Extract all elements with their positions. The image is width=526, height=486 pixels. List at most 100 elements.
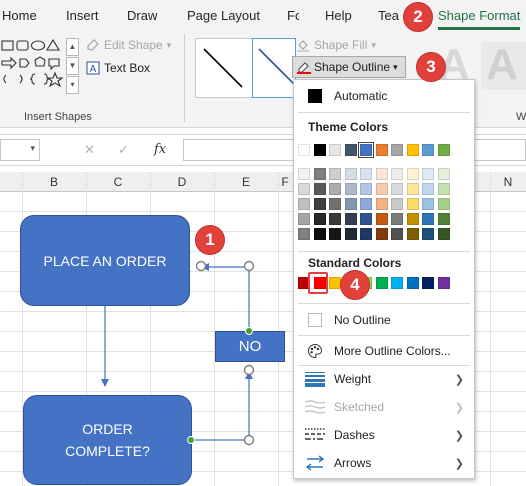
theme-shade-swatch[interactable]	[391, 228, 403, 240]
menu-item-more-outline-colors[interactable]: More Outline Colors...	[294, 339, 474, 363]
theme-shade-swatch[interactable]	[298, 183, 310, 195]
menu-item-no-outline[interactable]: No Outline	[294, 308, 474, 332]
theme-shade-swatch[interactable]	[360, 198, 372, 210]
theme-shade-swatch[interactable]	[329, 168, 341, 180]
theme-shade-swatch[interactable]	[422, 198, 434, 210]
tab-team[interactable]: Tea	[378, 8, 399, 23]
theme-shade-swatch[interactable]	[298, 228, 310, 240]
theme-shade-swatch[interactable]	[422, 183, 434, 195]
text-box-button[interactable]: A Text Box	[86, 61, 150, 75]
shape-outline-button[interactable]: Shape Outline ▾	[292, 56, 406, 78]
theme-color-swatch[interactable]	[406, 144, 419, 156]
standard-color-swatch[interactable]	[437, 277, 450, 289]
column-header-f[interactable]: F	[278, 175, 292, 189]
menu-item-dashes[interactable]: Dashes ❯	[294, 423, 474, 447]
theme-color-swatch[interactable]	[298, 144, 310, 156]
theme-shade-swatch[interactable]	[313, 168, 326, 180]
menu-item-arrows[interactable]: Arrows ❯	[294, 451, 474, 475]
theme-shade-swatch[interactable]	[298, 198, 310, 210]
menu-item-sketched[interactable]: Sketched ❯	[294, 395, 474, 419]
theme-shade-swatch[interactable]	[344, 228, 357, 240]
column-header-d[interactable]: D	[150, 175, 214, 189]
theme-color-swatch[interactable]	[329, 144, 341, 156]
tab-help[interactable]: Help	[325, 8, 352, 23]
theme-color-swatch[interactable]	[313, 144, 326, 156]
theme-color-swatch[interactable]	[437, 144, 450, 156]
column-header-b[interactable]: B	[22, 175, 86, 189]
shape-style-thumbnail-selected[interactable]	[252, 38, 296, 98]
flow-shape-place-order[interactable]: PLACE AN ORDER	[20, 215, 190, 306]
theme-shade-swatch[interactable]	[422, 228, 434, 240]
column-header-c[interactable]: C	[86, 175, 150, 189]
theme-color-swatch[interactable]	[375, 144, 388, 156]
shape-fill-button[interactable]: Shape Fill ▾	[296, 38, 376, 52]
theme-color-swatch[interactable]	[391, 144, 403, 156]
theme-shade-swatch[interactable]	[344, 213, 357, 225]
tab-page-layout[interactable]: Page Layout	[187, 8, 260, 23]
column-header-e[interactable]: E	[214, 175, 278, 189]
tab-draw[interactable]: Draw	[127, 8, 157, 23]
gallery-scroll-up[interactable]: ▲	[66, 38, 79, 56]
theme-shade-swatch[interactable]	[406, 168, 419, 180]
column-header-n[interactable]: N	[490, 175, 526, 189]
theme-shade-swatch[interactable]	[391, 168, 403, 180]
tab-home[interactable]: Home	[2, 8, 37, 23]
theme-shade-swatch[interactable]	[375, 183, 388, 195]
menu-item-weight[interactable]: Weight ❯	[294, 367, 474, 391]
theme-color-swatch[interactable]	[358, 142, 374, 158]
theme-shade-swatch[interactable]	[313, 198, 326, 210]
theme-shade-swatch[interactable]	[437, 168, 450, 180]
tab-formulas[interactable]: Fo	[287, 8, 299, 23]
theme-shade-swatch[interactable]	[329, 228, 341, 240]
enter-formula-icon[interactable]: ✓	[118, 142, 129, 158]
theme-shade-swatch[interactable]	[437, 198, 450, 210]
theme-shade-swatch[interactable]	[360, 228, 372, 240]
theme-shade-swatch[interactable]	[375, 168, 388, 180]
name-box[interactable]: ▾	[0, 139, 40, 161]
standard-color-swatch[interactable]	[406, 277, 419, 289]
theme-shade-swatch[interactable]	[344, 168, 357, 180]
flow-shape-no[interactable]: NO	[215, 331, 285, 362]
theme-shade-swatch[interactable]	[391, 198, 403, 210]
theme-shade-swatch[interactable]	[406, 213, 419, 225]
theme-shade-swatch[interactable]	[406, 183, 419, 195]
theme-shade-swatch[interactable]	[422, 213, 434, 225]
theme-shade-swatch[interactable]	[437, 213, 450, 225]
standard-color-swatch[interactable]	[391, 277, 403, 289]
theme-shade-swatch[interactable]	[360, 168, 372, 180]
theme-shade-swatch[interactable]	[375, 198, 388, 210]
theme-shade-swatch[interactable]	[406, 198, 419, 210]
tab-shape-format[interactable]: Shape Format	[438, 8, 520, 23]
theme-shade-swatch[interactable]	[422, 168, 434, 180]
menu-item-automatic[interactable]: Automatic	[294, 84, 474, 108]
tab-insert[interactable]: Insert	[66, 8, 99, 23]
theme-shade-swatch[interactable]	[344, 198, 357, 210]
shape-style-thumbnail[interactable]	[195, 38, 253, 98]
theme-shade-swatch[interactable]	[313, 213, 326, 225]
theme-shade-swatch[interactable]	[360, 213, 372, 225]
cancel-formula-icon[interactable]: ✕	[84, 142, 95, 158]
standard-color-swatch[interactable]	[422, 277, 434, 289]
theme-shade-swatch[interactable]	[437, 228, 450, 240]
theme-shade-swatch[interactable]	[391, 183, 403, 195]
theme-color-swatch[interactable]	[344, 144, 357, 156]
theme-shade-swatch[interactable]	[375, 213, 388, 225]
theme-shade-swatch[interactable]	[344, 183, 357, 195]
insert-function-button[interactable]: fx	[154, 142, 166, 157]
theme-shade-swatch[interactable]	[437, 183, 450, 195]
flow-shape-order-complete[interactable]: ORDER COMPLETE?	[23, 395, 192, 485]
theme-shade-swatch[interactable]	[360, 183, 372, 195]
theme-shade-swatch[interactable]	[313, 228, 326, 240]
theme-shade-swatch[interactable]	[406, 228, 419, 240]
theme-shade-swatch[interactable]	[298, 168, 310, 180]
standard-color-swatch[interactable]	[375, 277, 388, 289]
theme-color-swatch[interactable]	[422, 144, 434, 156]
gallery-scroll-down[interactable]: ▼	[66, 57, 79, 75]
theme-shade-swatch[interactable]	[329, 213, 341, 225]
theme-shade-swatch[interactable]	[391, 213, 403, 225]
theme-shade-swatch[interactable]	[329, 183, 341, 195]
theme-shade-swatch[interactable]	[375, 228, 388, 240]
edit-shape-button[interactable]: Edit Shape ▾	[86, 38, 171, 52]
gallery-more[interactable]: ▾	[66, 76, 79, 94]
theme-shade-swatch[interactable]	[329, 198, 341, 210]
